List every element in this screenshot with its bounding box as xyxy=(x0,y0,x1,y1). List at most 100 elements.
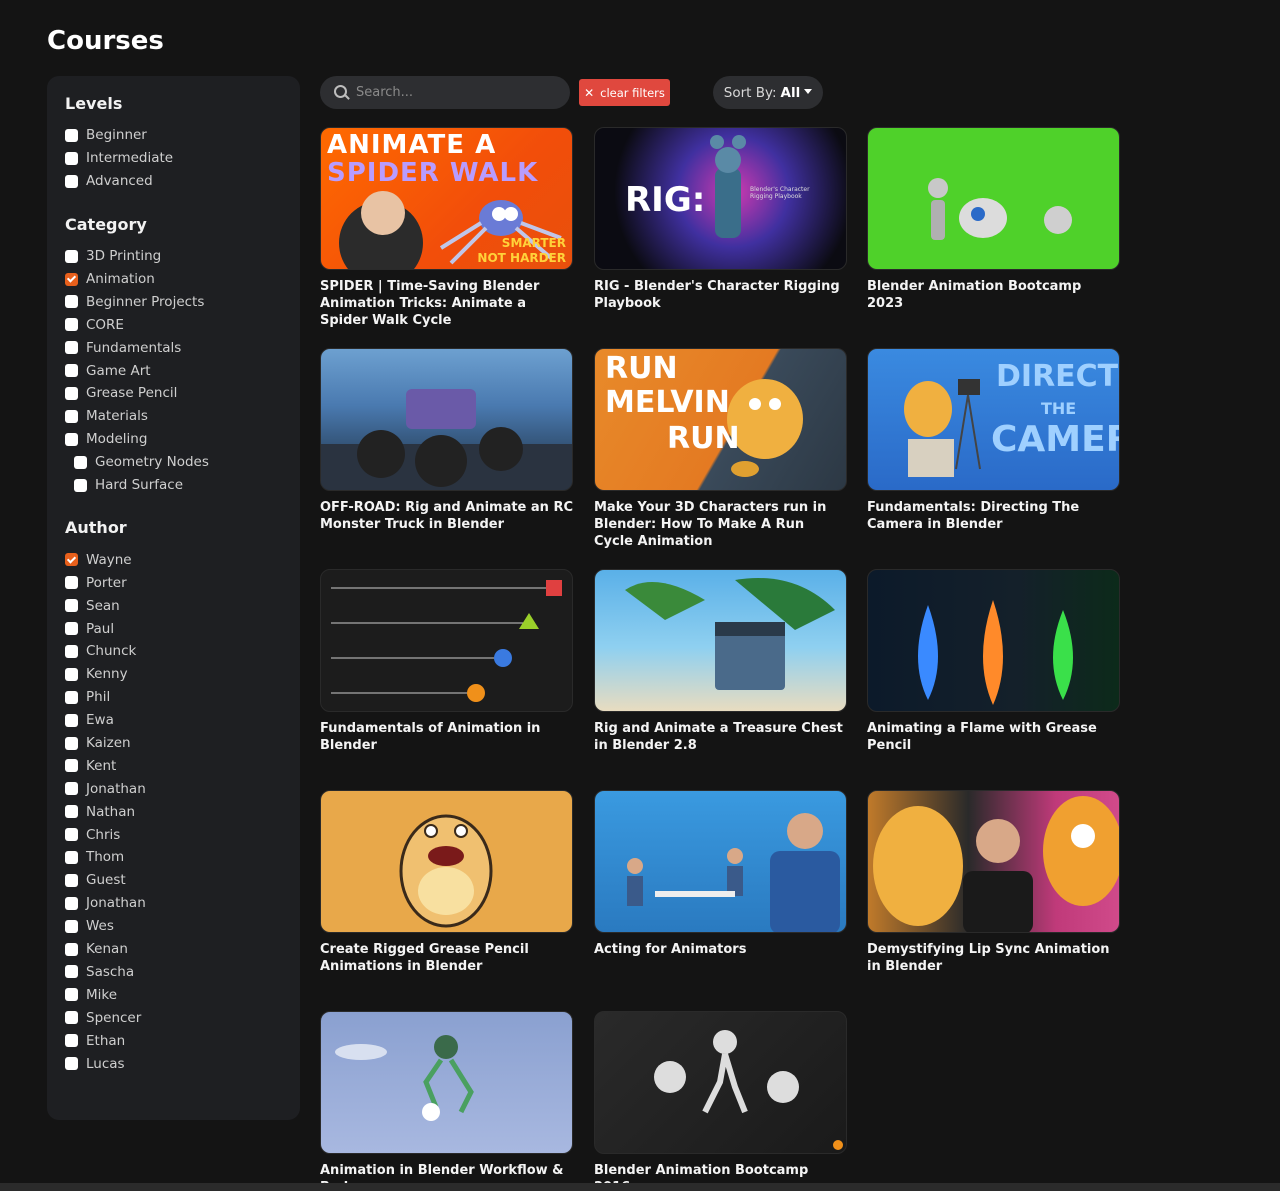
filter-option[interactable]: Fundamentals xyxy=(65,336,300,359)
filter-option[interactable]: Geometry Nodes xyxy=(65,451,300,474)
checkbox[interactable] xyxy=(65,1011,78,1025)
checkbox[interactable] xyxy=(74,478,87,492)
filter-option[interactable]: Jonathan xyxy=(65,892,300,915)
filter-option[interactable]: Sascha xyxy=(65,961,300,984)
checkbox[interactable] xyxy=(65,713,78,727)
checkbox[interactable] xyxy=(65,295,78,309)
filter-option[interactable]: Grease Pencil xyxy=(65,382,300,405)
filter-option[interactable]: Modeling xyxy=(65,428,300,451)
checkbox[interactable] xyxy=(65,386,78,400)
thumbnail-text: SPIDER WALK xyxy=(327,158,539,188)
filter-option[interactable]: Nathan xyxy=(65,800,300,823)
filter-option[interactable]: Paul xyxy=(65,617,300,640)
filter-option[interactable]: Mike xyxy=(65,983,300,1006)
course-card[interactable]: Animating a Flame with Grease Pencil xyxy=(867,569,1120,754)
checkbox[interactable] xyxy=(65,272,78,286)
checkbox[interactable] xyxy=(65,576,78,590)
checkbox[interactable] xyxy=(65,850,78,864)
course-card[interactable]: RIG: Blender's Character Rigging Playboo… xyxy=(594,127,847,312)
checkbox[interactable] xyxy=(65,432,78,446)
course-card[interactable]: Blender Animation Bootcamp 2016 xyxy=(594,1011,847,1191)
checkbox[interactable] xyxy=(65,782,78,796)
checkbox[interactable] xyxy=(65,965,78,979)
course-card[interactable]: Fundamentals of Animation in Blender xyxy=(320,569,573,754)
filter-option-label: Ewa xyxy=(86,712,114,729)
checkbox[interactable] xyxy=(65,1057,78,1070)
checkbox[interactable] xyxy=(65,151,78,165)
checkbox[interactable] xyxy=(65,128,78,142)
filter-option[interactable]: Lucas xyxy=(65,1052,300,1075)
filter-option[interactable]: Beginner Projects xyxy=(65,290,300,313)
checkbox[interactable] xyxy=(65,873,78,887)
filter-option[interactable]: Porter xyxy=(65,571,300,594)
checkbox[interactable] xyxy=(65,759,78,773)
filter-option[interactable]: Ewa xyxy=(65,709,300,732)
checkbox[interactable] xyxy=(65,690,78,704)
checkbox[interactable] xyxy=(65,364,78,378)
filter-option[interactable]: Spencer xyxy=(65,1006,300,1029)
checkbox[interactable] xyxy=(65,667,78,681)
course-card[interactable]: Create Rigged Grease Pencil Animations i… xyxy=(320,790,573,975)
course-thumbnail xyxy=(867,127,1120,270)
clear-filters-button[interactable]: ✕ clear filters xyxy=(579,79,670,106)
checkbox[interactable] xyxy=(65,644,78,658)
course-card[interactable]: Rig and Animate a Treasure Chest in Blen… xyxy=(594,569,847,754)
filter-option[interactable]: Advanced xyxy=(65,170,300,193)
checkbox[interactable] xyxy=(65,599,78,613)
filter-option[interactable]: 3D Printing xyxy=(65,245,300,268)
checkbox[interactable] xyxy=(65,249,78,263)
horizontal-scrollbar[interactable] xyxy=(0,1183,1280,1191)
filter-option-label: Mike xyxy=(86,986,118,1003)
filter-option[interactable]: Phil xyxy=(65,686,300,709)
filter-option-label: Kenan xyxy=(86,941,128,958)
course-card[interactable]: Blender Animation Bootcamp 2023 xyxy=(867,127,1120,312)
filter-option[interactable]: Chunck xyxy=(65,640,300,663)
filter-option[interactable]: Sean xyxy=(65,594,300,617)
checkbox[interactable] xyxy=(74,455,87,469)
filter-option[interactable]: CORE xyxy=(65,313,300,336)
filter-option[interactable]: Jonathan xyxy=(65,777,300,800)
filter-option[interactable]: Chris xyxy=(65,823,300,846)
sort-dropdown[interactable]: Sort By: All xyxy=(713,76,823,109)
filter-option[interactable]: Kent xyxy=(65,754,300,777)
checkbox[interactable] xyxy=(65,919,78,933)
filter-option[interactable]: Materials xyxy=(65,405,300,428)
checkbox[interactable] xyxy=(65,341,78,355)
filter-option[interactable]: Kaizen xyxy=(65,732,300,755)
course-card[interactable]: Animation in Blender Workflow & Body xyxy=(320,1011,573,1191)
course-card[interactable]: ANIMATE A SPIDER WALK SMARTER NOT HARDER… xyxy=(320,127,573,329)
search-bar[interactable] xyxy=(320,76,570,109)
checkbox[interactable] xyxy=(65,409,78,423)
checkbox[interactable] xyxy=(65,622,78,636)
course-card[interactable]: Acting for Animators xyxy=(594,790,847,958)
filter-option[interactable]: Wayne xyxy=(65,548,300,571)
checkbox[interactable] xyxy=(65,318,78,332)
filter-option[interactable]: Kenny xyxy=(65,663,300,686)
filter-option[interactable]: Ethan xyxy=(65,1029,300,1052)
course-card[interactable]: Demystifying Lip Sync Animation in Blend… xyxy=(867,790,1120,975)
filter-option[interactable]: Animation xyxy=(65,268,300,291)
course-card[interactable]: OFF-ROAD: Rig and Animate an RC Monster … xyxy=(320,348,573,533)
course-card[interactable]: DIRECTING THE CAMERA Fundamentals: Direc… xyxy=(867,348,1120,533)
checkbox[interactable] xyxy=(65,828,78,842)
checkbox[interactable] xyxy=(65,896,78,910)
filter-option[interactable]: Thom xyxy=(65,846,300,869)
filter-option[interactable]: Hard Surface xyxy=(65,474,300,497)
checkbox[interactable] xyxy=(65,805,78,819)
checkbox[interactable] xyxy=(65,736,78,750)
filter-option[interactable]: Guest xyxy=(65,869,300,892)
checkbox[interactable] xyxy=(65,553,78,567)
search-input[interactable] xyxy=(356,85,556,100)
filter-option-label: Game Art xyxy=(86,362,151,379)
checkbox[interactable] xyxy=(65,988,78,1002)
filter-option[interactable]: Game Art xyxy=(65,359,300,382)
close-icon: ✕ xyxy=(584,85,595,100)
filter-option[interactable]: Beginner xyxy=(65,124,300,147)
course-card[interactable]: RUN MELVIN RUN Make Your 3D Characters r… xyxy=(594,348,847,550)
checkbox[interactable] xyxy=(65,942,78,956)
checkbox[interactable] xyxy=(65,174,78,188)
filter-option[interactable]: Kenan xyxy=(65,938,300,961)
filter-option[interactable]: Intermediate xyxy=(65,147,300,170)
checkbox[interactable] xyxy=(65,1034,78,1048)
filter-option[interactable]: Wes xyxy=(65,915,300,938)
